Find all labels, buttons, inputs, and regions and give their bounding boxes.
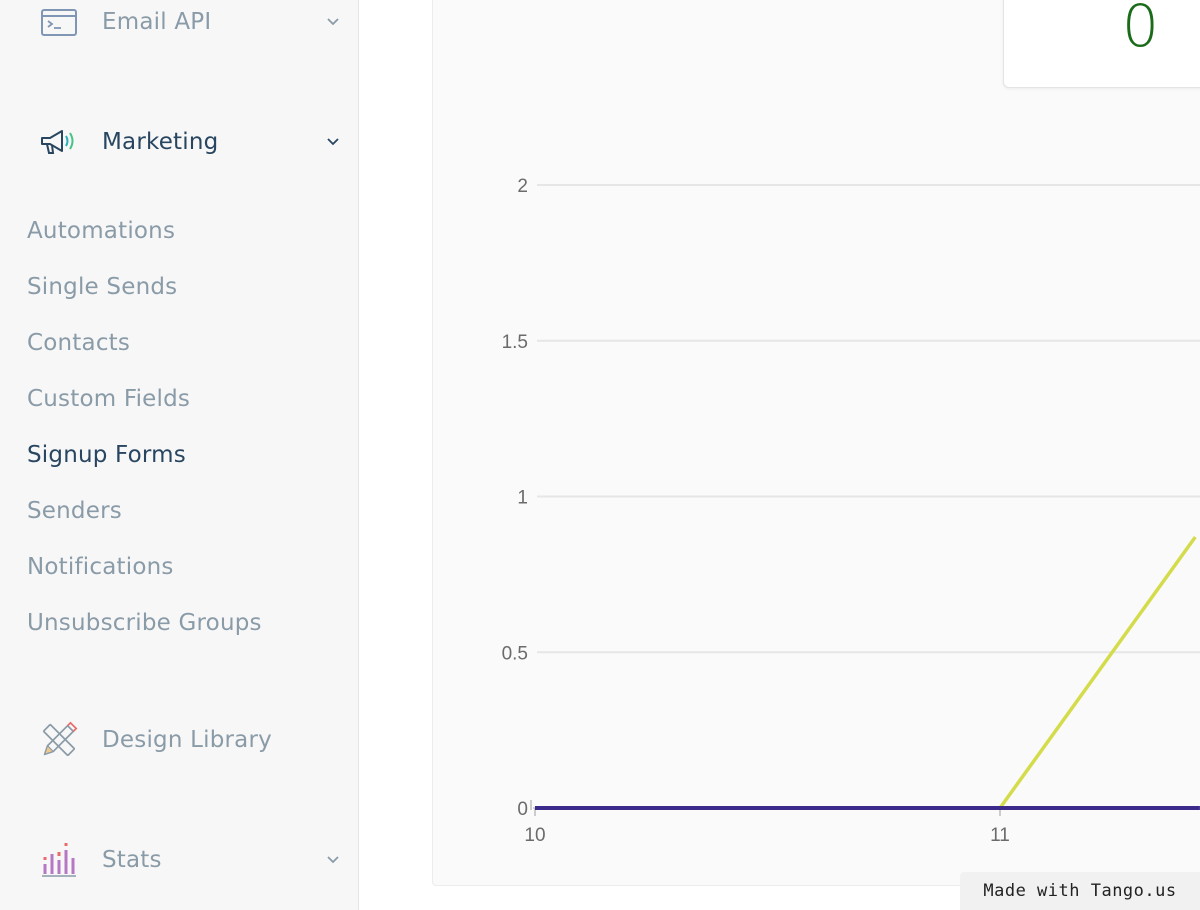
x-tick-label: 10 — [524, 825, 545, 846]
y-tick-label: 0.5 — [502, 643, 528, 664]
y-tick-label: 1.5 — [502, 332, 528, 353]
y-tick-label: 2 — [517, 176, 528, 197]
x-tick-label: 11 — [990, 825, 1010, 846]
y-tick-label: 0 — [517, 799, 528, 820]
line-chart: 0 0.5 1 1.5 2 10 11 — [502, 176, 1200, 846]
series-line-0 — [535, 535, 1197, 810]
tango-watermark: Made with Tango.us — [960, 872, 1200, 910]
y-tick-label: 1 — [517, 488, 528, 509]
